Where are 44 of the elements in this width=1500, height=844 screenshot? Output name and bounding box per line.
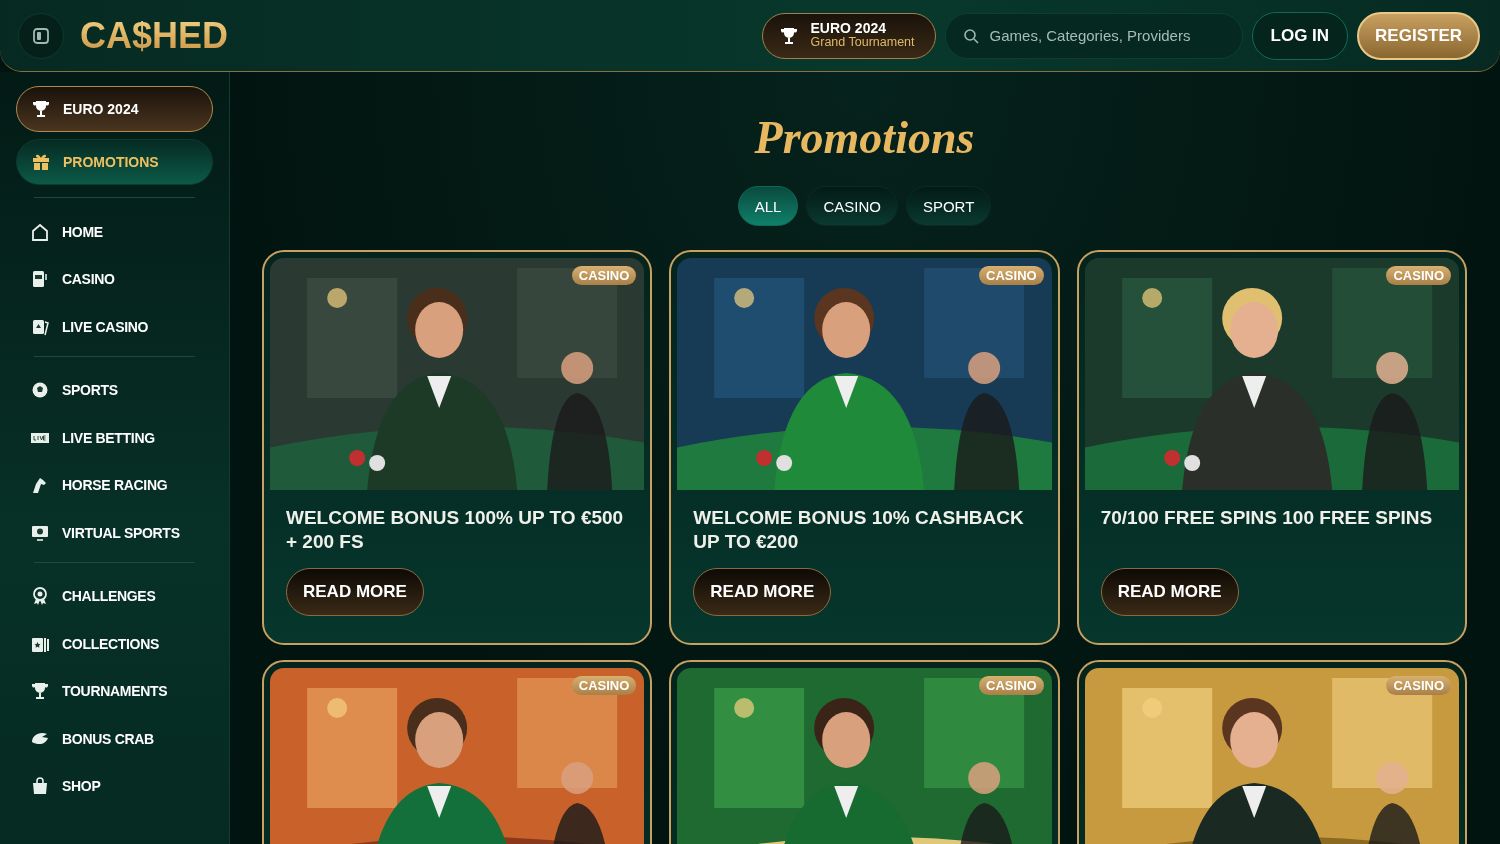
sidebar-item[interactable]: BONUS CRAB — [16, 715, 213, 763]
read-more-button[interactable]: READ MORE — [286, 568, 424, 616]
search-field[interactable]: Games, Categories, Providers — [944, 12, 1243, 59]
category-badge: CASINO — [571, 266, 637, 285]
trophy-icon — [31, 99, 51, 119]
sidebar-item[interactable]: SHOP — [16, 762, 213, 810]
filter-tab[interactable]: SPORT — [905, 186, 992, 226]
read-more-button[interactable]: READ MORE — [693, 568, 832, 616]
sidebar-item[interactable]: LIVE CASINO — [16, 303, 213, 351]
sidebar-item[interactable]: COLLECTIONS — [16, 620, 213, 668]
sidebar-item[interactable]: HORSE RACING — [16, 461, 213, 509]
category-badge: CASINO — [1386, 266, 1451, 285]
sidebar-item[interactable]: SPORTS — [16, 366, 213, 414]
sidebar-toggle-button[interactable] — [18, 12, 64, 59]
sidebar-item[interactable]: LIVE BETTING — [16, 414, 213, 462]
sidebar-item[interactable]: PROMOTIONS — [16, 139, 213, 185]
sidebar-icon — [32, 26, 50, 45]
sidebar-item[interactable]: TOURNAMENTS — [16, 667, 213, 715]
slot-machine-icon — [30, 269, 50, 290]
login-button[interactable]: LOG IN — [1251, 11, 1349, 60]
medal-icon — [30, 586, 50, 607]
sidebar-item[interactable]: EURO 2024 — [16, 86, 213, 132]
filter-tab[interactable]: CASINO — [806, 186, 898, 226]
search-icon — [962, 27, 979, 44]
home-icon — [30, 221, 50, 242]
promotion-title: WELCOME BONUS 10% CASHBACK UP TO €200 — [693, 506, 1025, 554]
page-title: Promotions — [753, 111, 976, 165]
shopping-bag-icon — [30, 776, 50, 797]
trophy-icon — [30, 681, 50, 702]
sidebar-item[interactable]: VIRTUAL SPORTS — [16, 509, 213, 557]
gift-icon — [31, 152, 51, 172]
category-badge: CASINO — [1386, 676, 1451, 695]
sidebar-item[interactable]: CASINO — [16, 255, 213, 303]
sidebar-item[interactable]: HOME — [16, 208, 213, 256]
sidebar-item[interactable]: CHALLENGES — [16, 572, 213, 620]
category-badge: CASINO — [571, 676, 637, 695]
promotion-title: WELCOME BONUS 100% UP TO €500 + 200 FS — [286, 506, 625, 554]
tournament-button[interactable]: EURO 2024 Grand Tournament — [761, 12, 936, 59]
category-badge: CASINO — [979, 266, 1044, 285]
read-more-button[interactable]: READ MORE — [1100, 568, 1239, 616]
trophy-icon — [778, 25, 799, 46]
category-badge: CASINO — [979, 676, 1044, 695]
promotion-title: 70/100 FREE SPINS 100 FREE SPINS — [1100, 506, 1434, 530]
filter-tab[interactable]: ALL — [737, 186, 799, 226]
